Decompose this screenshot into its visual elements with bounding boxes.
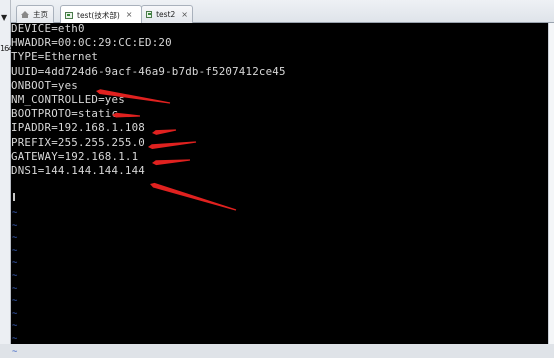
tab-home[interactable]: 主页 (16, 5, 54, 23)
tilde-marker: ~ (12, 283, 18, 294)
tilde-marker: ~ (12, 258, 18, 269)
terminal-line: DEVICE=eth0 (11, 22, 85, 35)
close-icon[interactable]: × (181, 10, 188, 19)
tab-label: test2 (156, 10, 176, 19)
dropdown-arrow-icon[interactable]: ▼ (1, 14, 7, 22)
terminal-line: HWADDR=00:0C:29:CC:ED:20 (11, 36, 172, 50)
terminal-line: UUID=4dd724d6-9acf-46a9-b7db-f5207412ce4… (11, 64, 286, 78)
vm-icon (65, 11, 73, 19)
left-gutter: ▼ 164 (0, 0, 11, 344)
tilde-marker: ~ (12, 270, 18, 281)
terminal-line: BOOTPROTO=static (11, 107, 119, 121)
tilde-marker: ~ (12, 308, 18, 319)
terminal-line: DNS1=144.144.144.144 (11, 163, 146, 177)
terminal-console[interactable]: DEVICE=eth0 HWADDR=00:0C:29:CC:ED:20 TYPE=… (11, 22, 554, 357)
vi-empty-line-markers: ~ ~ ~ ~ ~ ~ ~ ~ ~ ~ ~ ~ (12, 207, 18, 358)
text-cursor (13, 193, 15, 201)
terminal-line: NM_CONTROLLED=yes (11, 92, 125, 106)
window-right-edge (548, 23, 554, 344)
tilde-marker: ~ (12, 346, 18, 357)
terminal-line: PREFIX=255.255.255.0 (11, 135, 146, 149)
gutter-number: 164 (0, 44, 11, 53)
tilde-marker: ~ (12, 245, 18, 256)
terminal-line: TYPE=Ethernet (11, 50, 99, 64)
tab-label: test(技术部) (77, 10, 120, 20)
terminal-line: IPADDR=192.168.1.108 (11, 121, 146, 135)
tab-test2[interactable]: test2 × (141, 5, 193, 23)
tilde-marker: ~ (12, 296, 18, 307)
tilde-marker: ~ (12, 321, 18, 332)
tilde-marker: ~ (12, 208, 18, 218)
home-icon (21, 10, 29, 18)
tilde-marker: ~ (12, 233, 18, 244)
tab-bar: 主页 test(技术部) × test2 × (11, 0, 554, 24)
terminal-line: GATEWAY=192.168.1.1 (11, 149, 139, 163)
close-icon[interactable]: × (126, 11, 133, 19)
tilde-marker: ~ (12, 220, 18, 231)
tab-label: 主页 (33, 10, 48, 19)
terminal-output: DEVICE=eth0 HWADDR=00:0C:29:CC:ED:20 TYPE=… (11, 22, 286, 178)
vm-icon (146, 11, 153, 18)
terminal-line: ONBOOT=yes (11, 78, 79, 92)
